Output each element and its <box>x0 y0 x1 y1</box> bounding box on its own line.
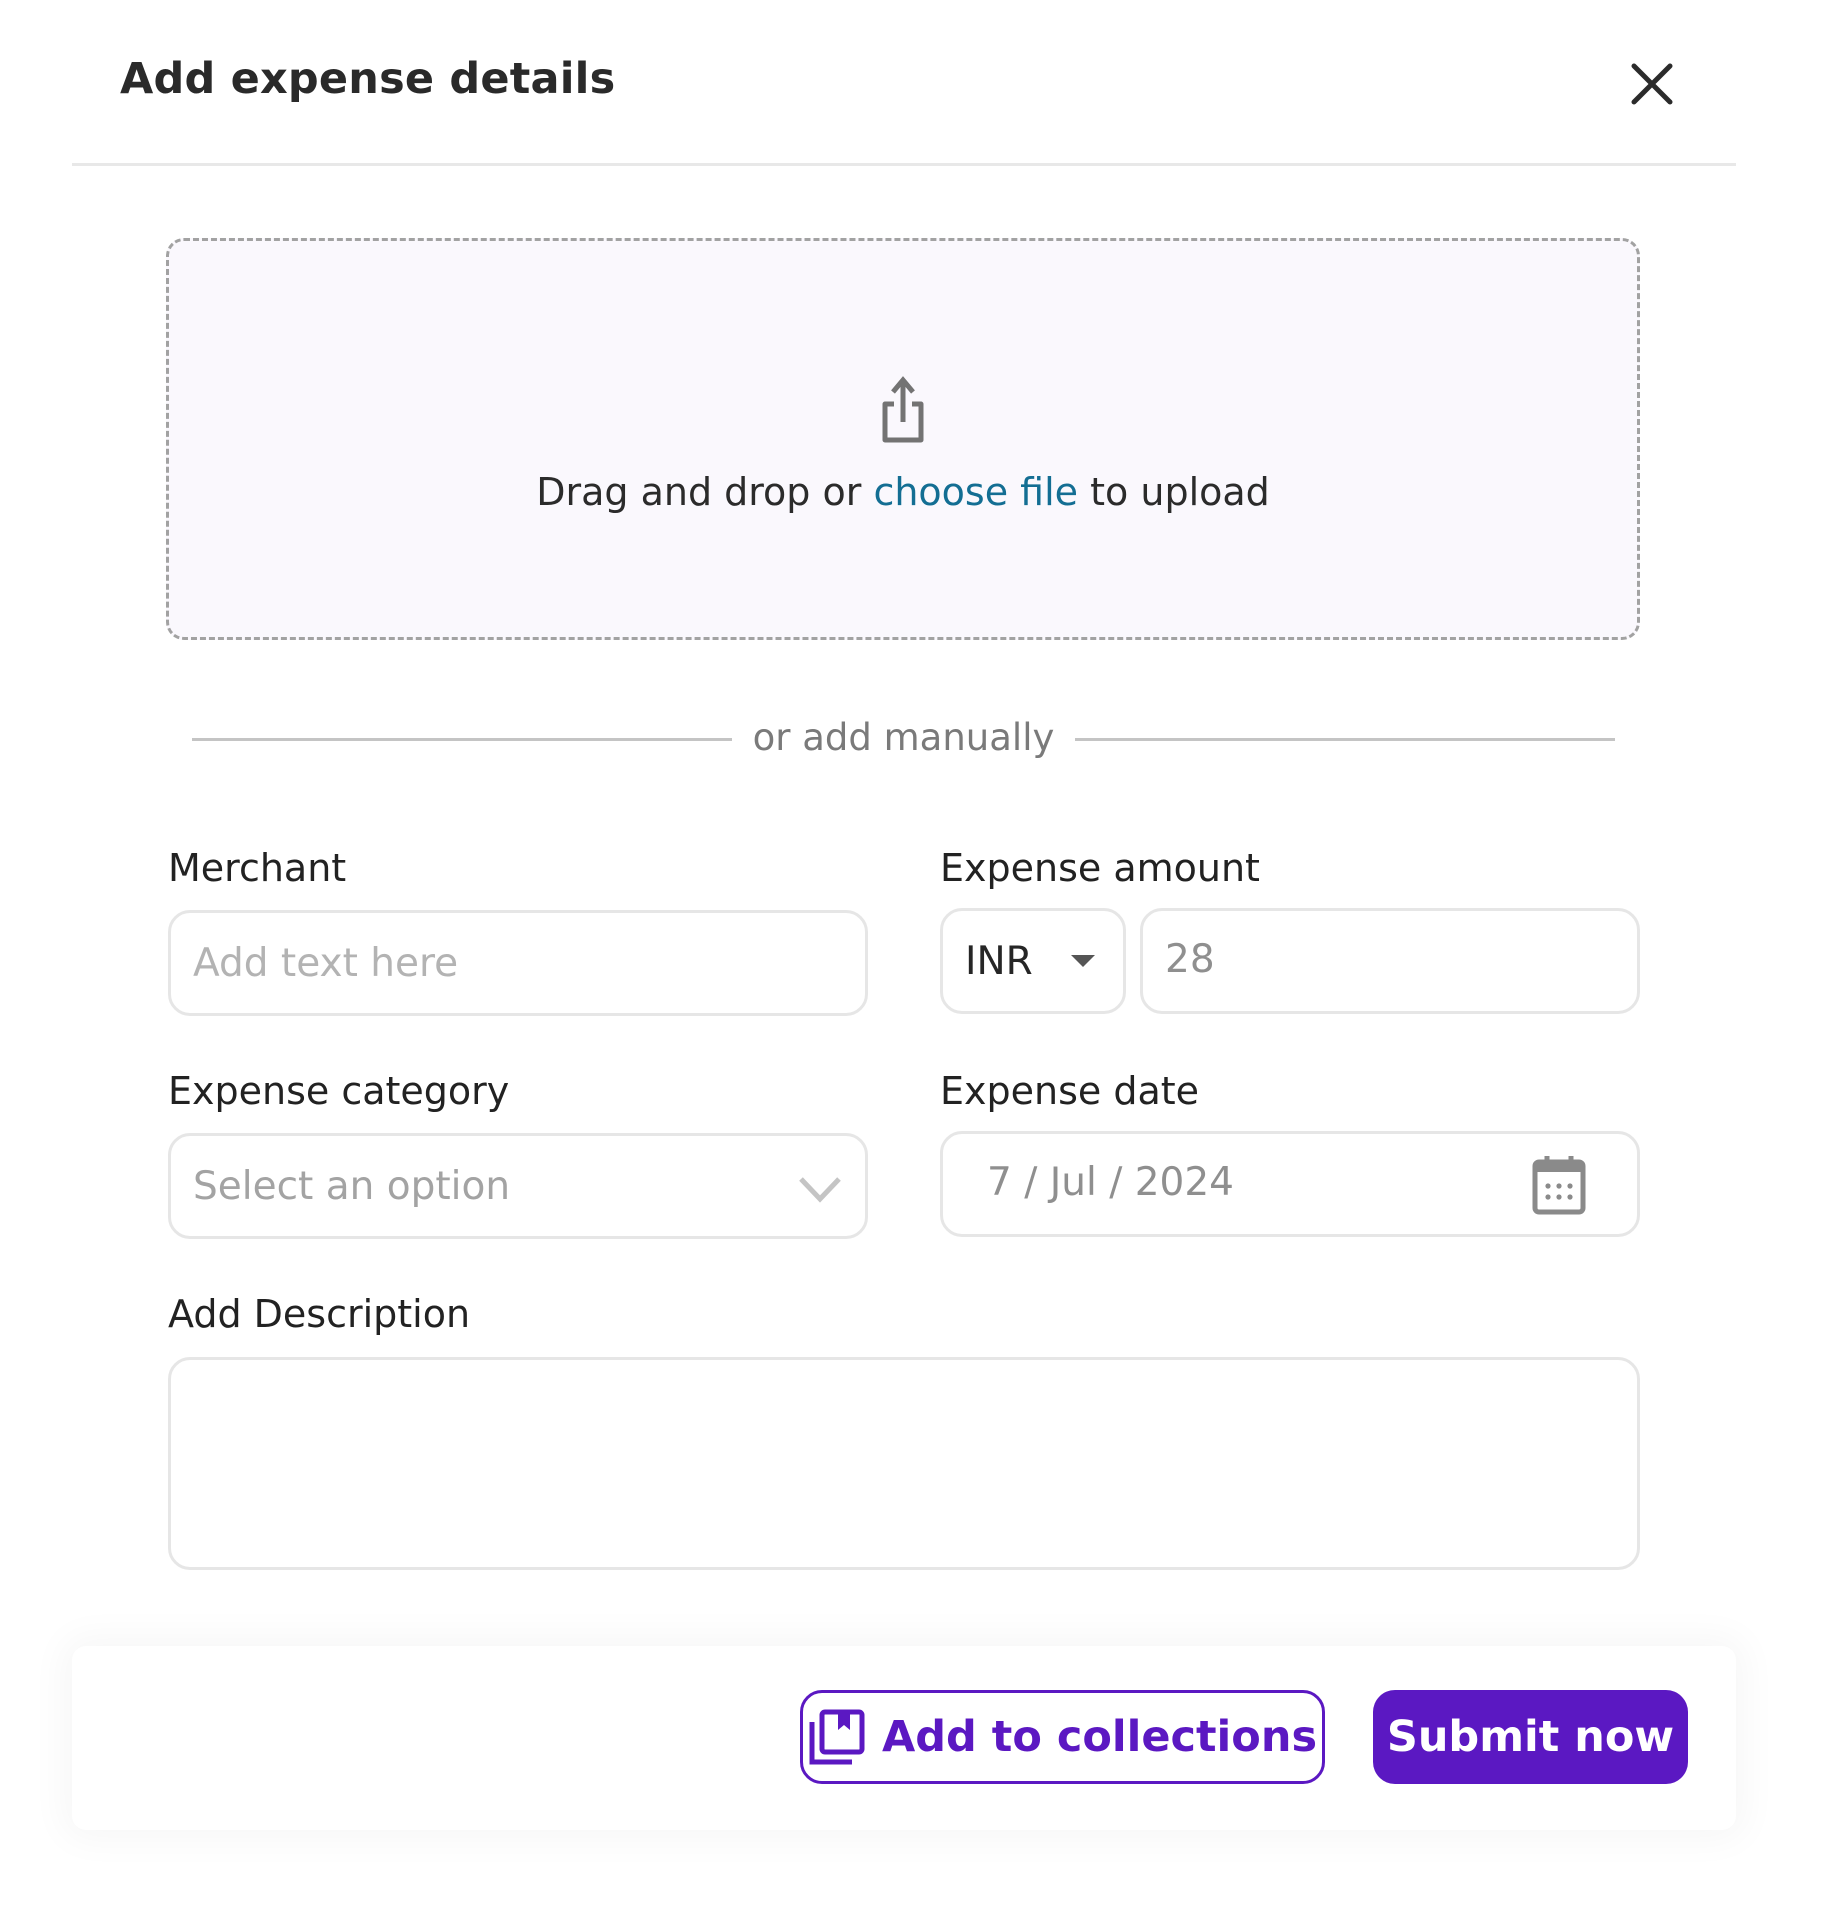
dialog-title: Add expense details <box>120 54 616 104</box>
date-value: 7 / Jul / 2024 <box>987 1160 1234 1205</box>
add-to-collections-label: Add to collections <box>881 1712 1318 1762</box>
separator-line-right <box>1075 738 1615 741</box>
chevron-down-icon <box>799 1177 841 1203</box>
amount-value: 28 <box>1165 937 1215 982</box>
merchant-placeholder: Add text here <box>193 941 459 986</box>
close-button[interactable] <box>1624 56 1680 112</box>
amount-label: Expense amount <box>940 846 1260 890</box>
merchant-input[interactable]: Add text here <box>168 910 868 1016</box>
currency-select[interactable]: INR <box>940 908 1126 1014</box>
category-label: Expense category <box>168 1069 510 1113</box>
submit-now-label: Submit now <box>1386 1712 1675 1762</box>
date-label: Expense date <box>940 1069 1200 1113</box>
upload-share-icon <box>880 376 926 444</box>
choose-file-link[interactable]: choose file <box>873 470 1078 514</box>
merchant-label: Merchant <box>168 846 347 890</box>
collections-bookmark-icon <box>809 1709 865 1765</box>
description-textarea[interactable] <box>168 1357 1640 1570</box>
dropzone-text-after: to upload <box>1078 470 1270 514</box>
add-to-collections-button[interactable]: Add to collections <box>800 1690 1325 1784</box>
currency-value: INR <box>965 939 1033 984</box>
category-select[interactable]: Select an option <box>168 1133 868 1239</box>
category-placeholder: Select an option <box>193 1164 511 1209</box>
dropzone-text-before: Drag and drop or <box>536 470 874 514</box>
separator-line-left <box>192 738 732 741</box>
amount-input[interactable]: 28 <box>1140 908 1640 1014</box>
description-label: Add Description <box>168 1292 471 1336</box>
date-input[interactable]: 7 / Jul / 2024 <box>940 1131 1640 1237</box>
submit-now-button[interactable]: Submit now <box>1373 1690 1688 1784</box>
calendar-icon[interactable] <box>1531 1154 1587 1216</box>
close-icon <box>1631 63 1673 105</box>
separator-label: or add manually <box>752 716 1055 759</box>
header-divider <box>72 163 1736 166</box>
dropzone-instructions: Drag and drop or choose file to upload <box>166 470 1640 514</box>
caret-down-icon <box>1071 955 1095 967</box>
